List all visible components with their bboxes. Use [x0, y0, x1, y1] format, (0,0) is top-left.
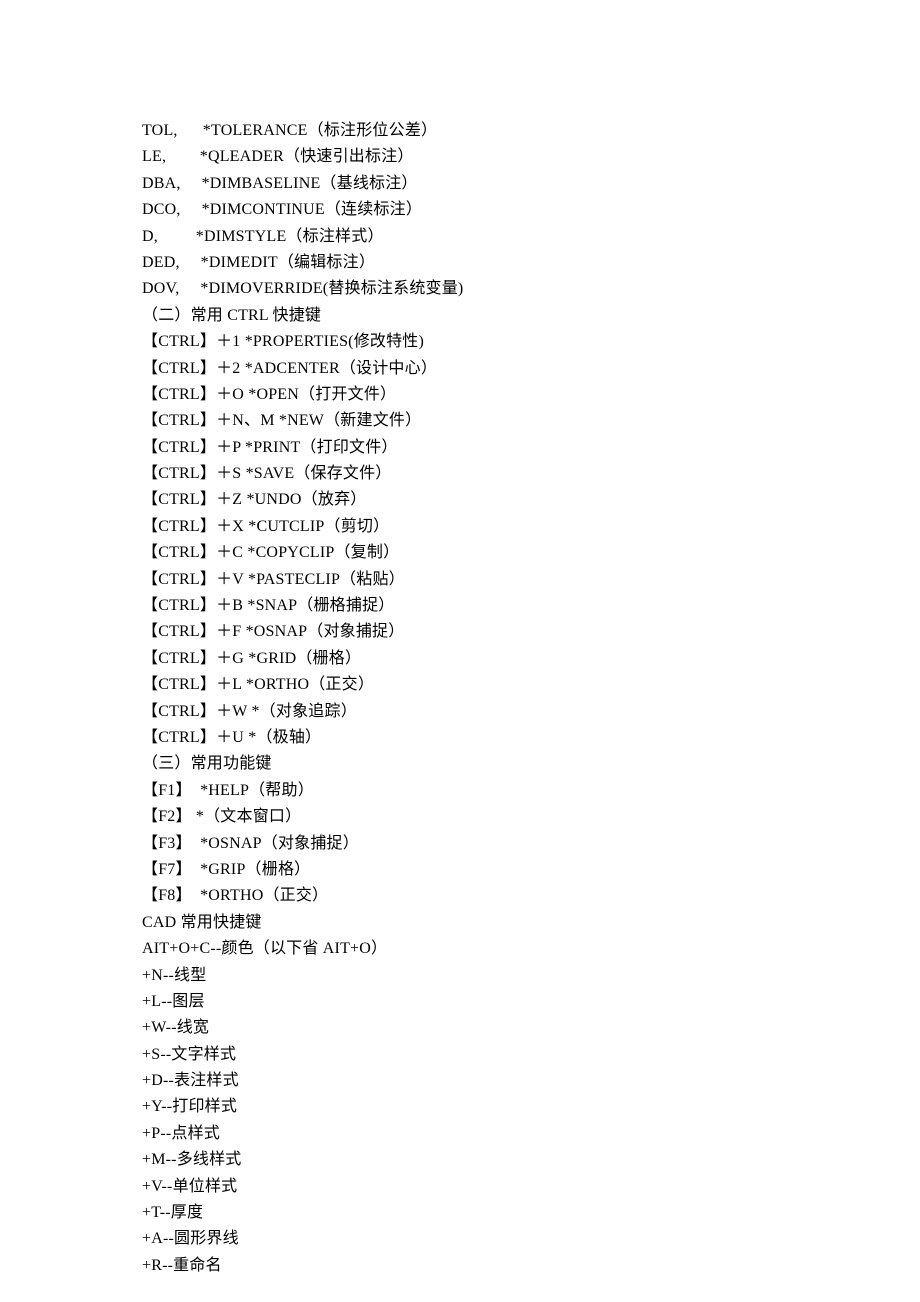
text-line: CAD 常用快捷键 — [142, 910, 920, 936]
text-line: +Y--打印样式 — [142, 1094, 920, 1120]
text-line: AIT+O+C--颜色（以下省 AIT+O） — [142, 936, 920, 962]
text-line: LE, *QLEADER（快速引出标注） — [142, 144, 920, 170]
text-line: +P--点样式 — [142, 1121, 920, 1147]
text-line: D, *DIMSTYLE（标注样式） — [142, 224, 920, 250]
text-line: 【F7】 *GRIP（栅格） — [142, 857, 920, 883]
text-line: +V--单位样式 — [142, 1174, 920, 1200]
text-line: DOV, *DIMOVERRIDE(替换标注系统变量) — [142, 276, 920, 302]
text-line: 【CTRL】＋2 *ADCENTER（设计中心） — [142, 356, 920, 382]
text-line: 【CTRL】＋X *CUTCLIP（剪切） — [142, 514, 920, 540]
text-line: +M--多线样式 — [142, 1147, 920, 1173]
text-line: +S--文字样式 — [142, 1042, 920, 1068]
text-line: DBA, *DIMBASELINE（基线标注） — [142, 171, 920, 197]
text-line: 【CTRL】＋L *ORTHO（正交） — [142, 672, 920, 698]
text-line: +A--圆形界线 — [142, 1226, 920, 1252]
text-line: 【F2】 *（文本窗口） — [142, 804, 920, 830]
text-line: +W--线宽 — [142, 1015, 920, 1041]
text-line: 【CTRL】＋C *COPYCLIP（复制） — [142, 540, 920, 566]
text-line: 【CTRL】＋N、M *NEW（新建文件） — [142, 408, 920, 434]
text-line: 【F3】 *OSNAP（对象捕捉） — [142, 831, 920, 857]
text-line: DED, *DIMEDIT（编辑标注） — [142, 250, 920, 276]
text-line: 【CTRL】＋G *GRID（栅格） — [142, 646, 920, 672]
text-line: +R--重命名 — [142, 1253, 920, 1279]
text-line: 【CTRL】＋O *OPEN（打开文件） — [142, 382, 920, 408]
text-line: 【CTRL】＋Z *UNDO（放弃） — [142, 487, 920, 513]
text-line: DCO, *DIMCONTINUE（连续标注） — [142, 197, 920, 223]
text-line: 【CTRL】＋F *OSNAP（对象捕捉） — [142, 619, 920, 645]
text-line: 【CTRL】＋P *PRINT（打印文件） — [142, 435, 920, 461]
text-line: +D--表注样式 — [142, 1068, 920, 1094]
text-line: 【CTRL】＋U *（极轴） — [142, 725, 920, 751]
text-line: 【CTRL】＋B *SNAP（栅格捕捉） — [142, 593, 920, 619]
text-line: 【CTRL】＋1 *PROPERTIES(修改特性) — [142, 329, 920, 355]
text-line: +T--厚度 — [142, 1200, 920, 1226]
text-line: 【CTRL】＋S *SAVE（保存文件） — [142, 461, 920, 487]
document-body: TOL, *TOLERANCE（标注形位公差）LE, *QLEADER（快速引出… — [0, 0, 920, 1279]
text-line: 【CTRL】＋V *PASTECLIP（粘贴） — [142, 567, 920, 593]
text-line: +L--图层 — [142, 989, 920, 1015]
text-line: 【F8】 *ORTHO（正交） — [142, 883, 920, 909]
text-line: 【CTRL】＋W *（对象追踪） — [142, 699, 920, 725]
text-line: +N--线型 — [142, 963, 920, 989]
text-line: （三）常用功能键 — [142, 751, 920, 777]
text-line: （二）常用 CTRL 快捷键 — [142, 303, 920, 329]
text-line: TOL, *TOLERANCE（标注形位公差） — [142, 118, 920, 144]
text-line: 【F1】 *HELP（帮助） — [142, 778, 920, 804]
